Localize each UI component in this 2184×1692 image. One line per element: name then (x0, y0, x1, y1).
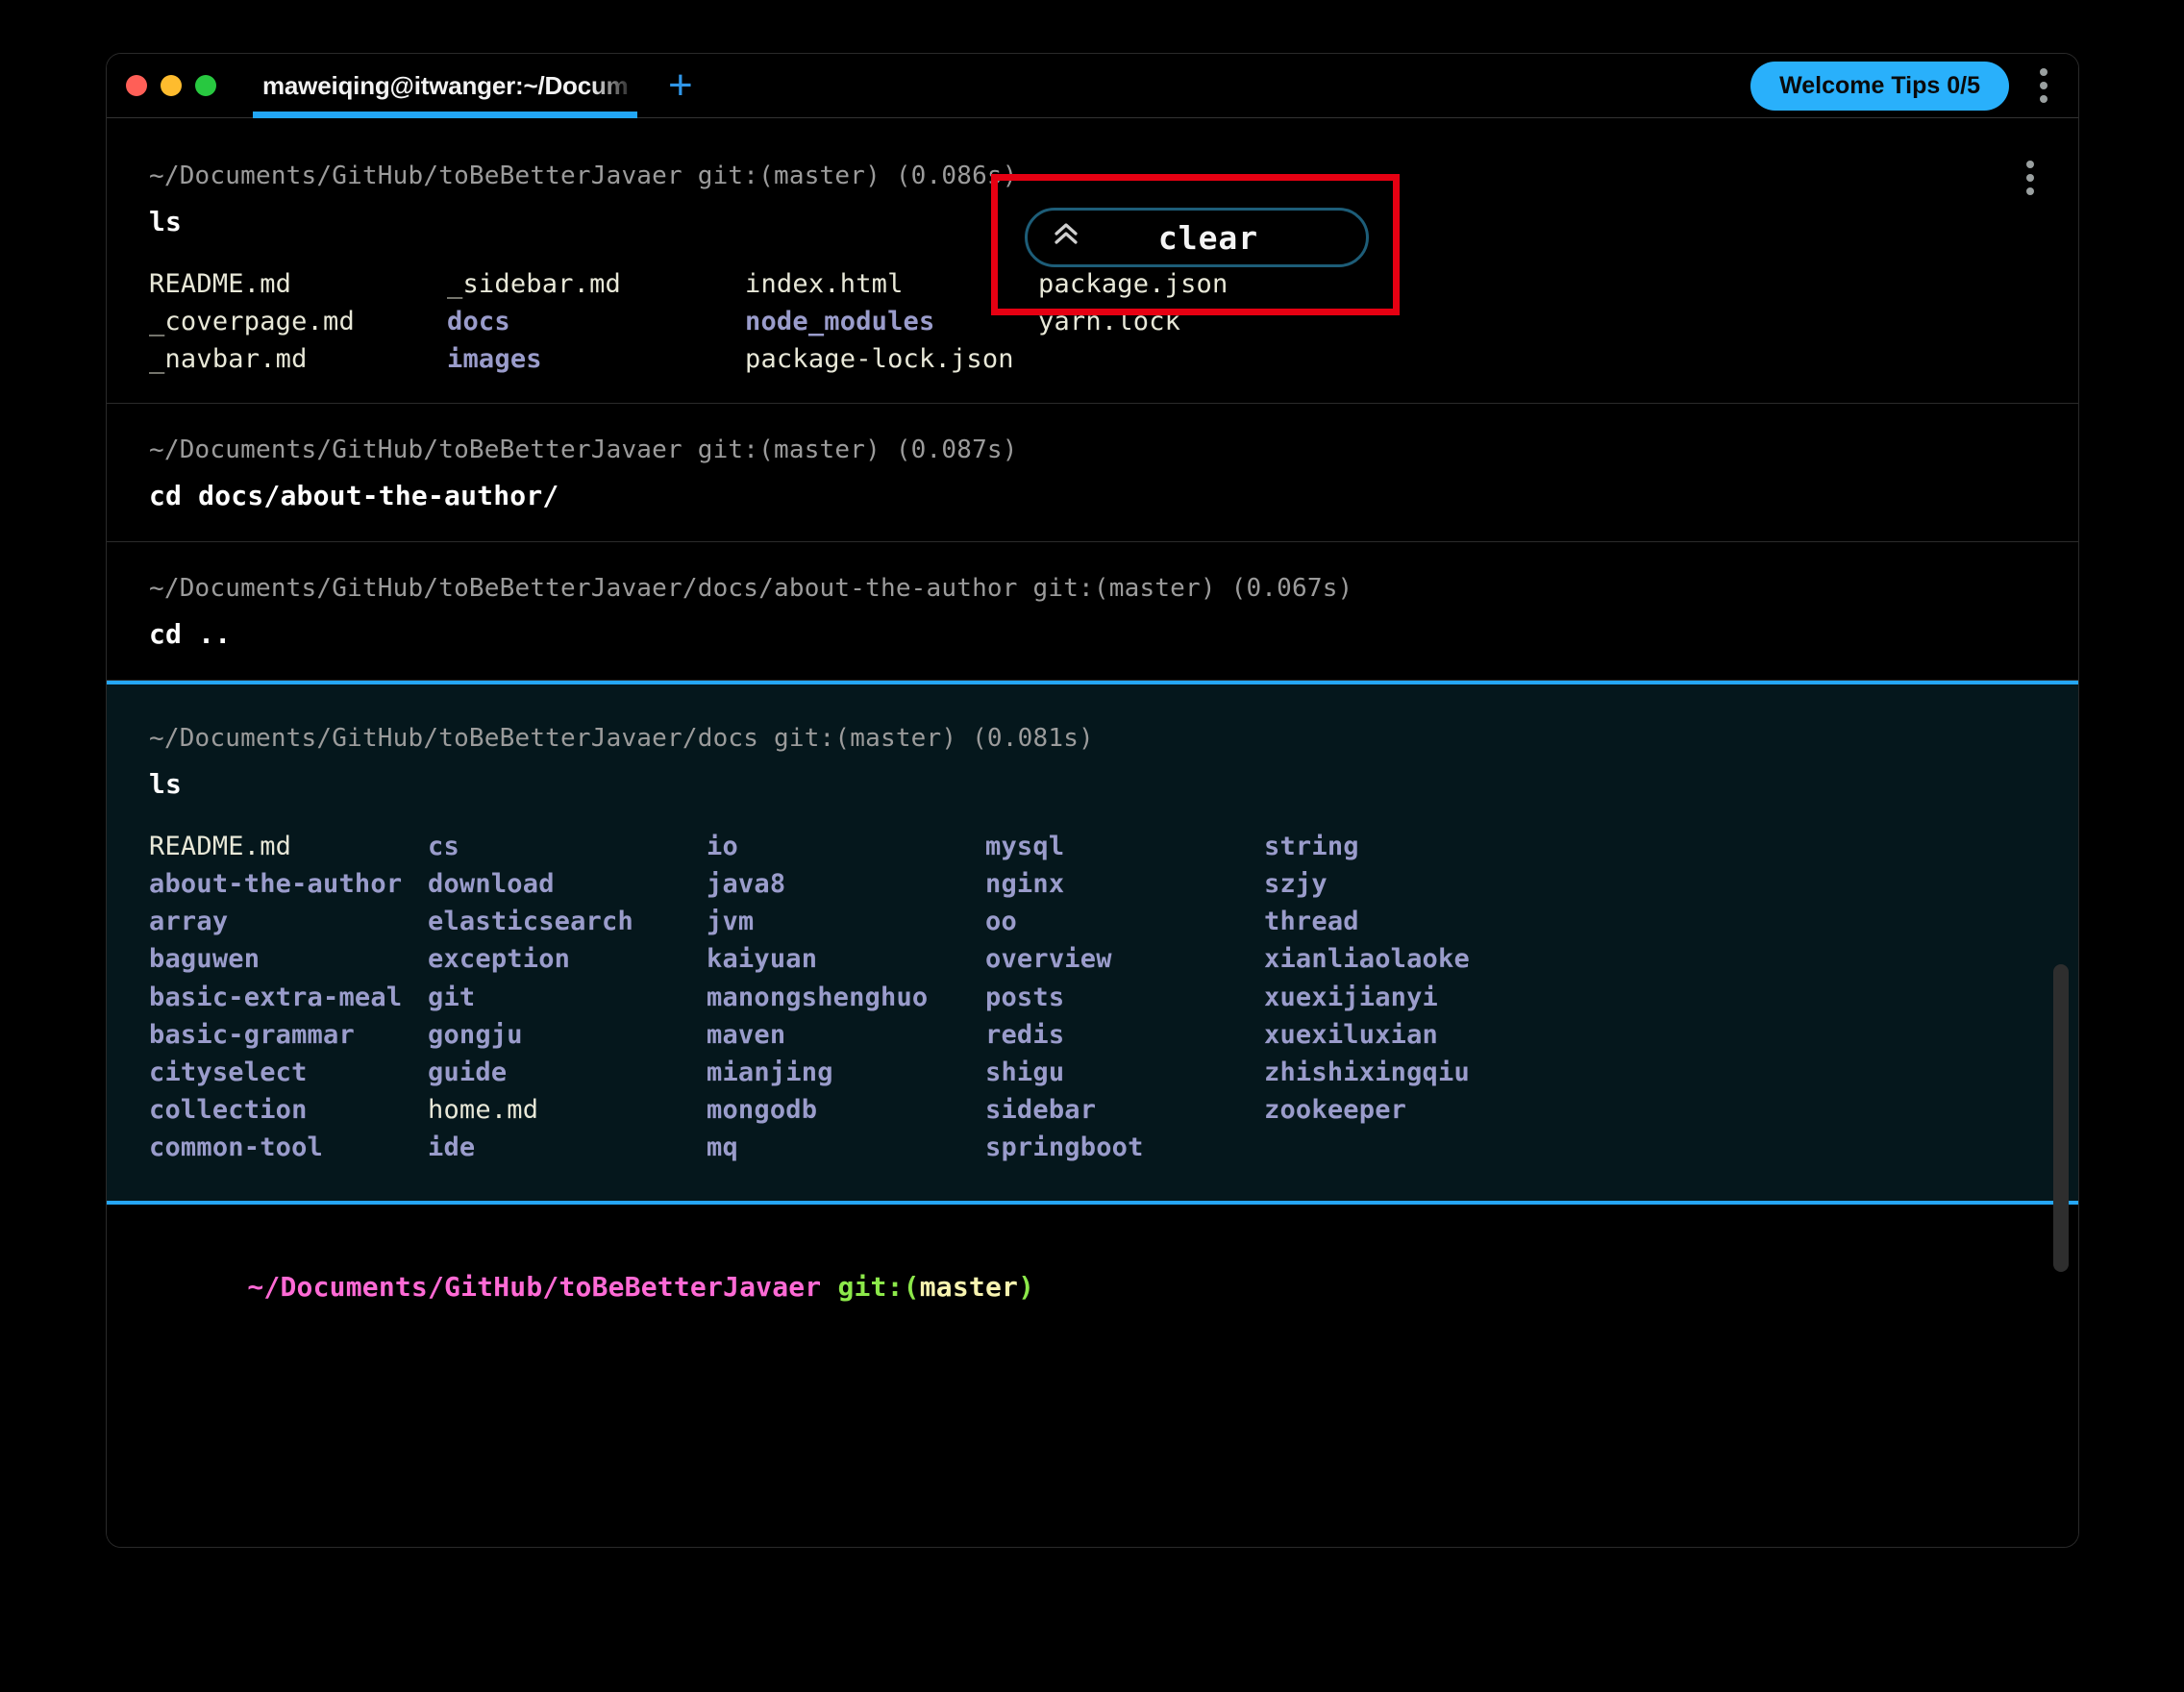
ls-output-grid: README.md _sidebar.md index.html package.js… (149, 265, 2036, 378)
ls-entry: jvm (707, 907, 755, 937)
ls-entry: README.md (149, 832, 292, 862)
ls-entry: io (707, 832, 738, 862)
block-prompt: ~/Documents/GitHub/toBeBetterJavaer/docs… (149, 574, 1353, 604)
prompt-path: ~/Documents/GitHub/toBeBetterJavaer (247, 1271, 838, 1304)
ls-entry (1038, 340, 2036, 378)
prompt-git-close: ) (1018, 1271, 1035, 1304)
block-more-options-icon[interactable] (2026, 161, 2034, 195)
ls-entry: zookeeper (1264, 1095, 1407, 1126)
ls-entry: xuexijianyi (1264, 982, 1439, 1012)
ls-entry: mongodb (707, 1095, 818, 1126)
clear-command-button[interactable]: clear (1025, 208, 1369, 267)
command-block[interactable]: ~/Documents/GitHub/toBeBetterJavaer/docs… (107, 542, 2078, 682)
ls-entry: java8 (707, 869, 786, 900)
block-prompt: ~/Documents/GitHub/toBeBetterJavaer/docs… (149, 724, 1094, 754)
ls-entry: elasticsearch (428, 907, 633, 937)
ls-entry: _coverpage.md (149, 307, 355, 337)
ls-entry: node_modules (745, 307, 935, 337)
chevron-double-up-icon (1053, 220, 1080, 255)
ls-entry: manongshenghuo (707, 982, 929, 1012)
ls-entry: baguwen (149, 944, 261, 975)
ls-entry: guide (428, 1057, 508, 1087)
ls-entry: xianliaolaoke (1264, 944, 1470, 975)
command-block-list: ~/Documents/GitHub/toBeBetterJavaer git:… (107, 118, 2078, 1206)
ls-entry: mysql (985, 832, 1065, 862)
ls-entry: basic-extra-meal (149, 982, 403, 1012)
titlebar-right-group: Welcome Tips 0/5 (1750, 61, 2078, 111)
prompt-git-open: git:( (837, 1271, 920, 1304)
command-block-inner: ~/Documents/GitHub/toBeBetterJavaer/docs… (107, 571, 2078, 655)
command-block[interactable]: ~/Documents/GitHub/toBeBetterJavaer git:… (107, 404, 2078, 543)
ls-entry: images (447, 344, 542, 375)
ls-entry: ide (428, 1132, 476, 1163)
ls-entry: exception (428, 944, 571, 975)
ls-entry: download (428, 869, 555, 900)
command-block[interactable]: ~/Documents/GitHub/toBeBetterJavaer/docs… (107, 681, 2078, 1206)
ls-entry (1264, 1129, 2038, 1166)
terminal-tab-active[interactable]: maweiqing@itwanger:~/Docum (253, 54, 637, 118)
command-block-inner: ~/Documents/GitHub/toBeBetterJavaer/docs… (107, 721, 2078, 1166)
ls-entry: package.json (1038, 268, 1228, 299)
ls-entry: overview (985, 944, 1112, 975)
ls-entry: kaiyuan (707, 944, 818, 975)
clear-button-label: clear (1157, 218, 1259, 257)
ls-entry: mianjing (707, 1057, 833, 1087)
block-prompt: ~/Documents/GitHub/toBeBetterJavaer git:… (149, 162, 1018, 190)
prompt-git-branch: master (919, 1271, 1019, 1304)
ls-entry: nginx (985, 869, 1065, 900)
scrollbar-thumb[interactable] (2053, 964, 2069, 1272)
block-prompt: ~/Documents/GitHub/toBeBetterJavaer git:… (149, 435, 1018, 465)
ls-entry: package-lock.json (745, 344, 1014, 375)
ls-entry: cityselect (149, 1057, 308, 1087)
ls-entry: mq (707, 1132, 738, 1163)
ls-entry: maven (707, 1019, 786, 1050)
ls-entry: _navbar.md (149, 344, 308, 375)
ls-entry: oo (985, 907, 1017, 937)
ls-entry: array (149, 907, 229, 937)
ls-entry: sidebar (985, 1095, 1097, 1126)
ls-entry: _sidebar.md (447, 268, 622, 299)
block-command: cd docs/about-the-author/ (149, 480, 559, 512)
ls-entry: cs (428, 832, 459, 862)
active-prompt-line: ~/Documents/GitHub/toBeBetterJavaer git:… (107, 1205, 2078, 1334)
terminal-window: maweiqing@itwanger:~/Docum + Welcome Tip… (106, 53, 2079, 1548)
minimize-window-button[interactable] (161, 75, 182, 96)
ls-entry: zhishixingqiu (1264, 1057, 1470, 1087)
traffic-light-controls (107, 75, 216, 96)
block-command: cd .. (149, 618, 232, 651)
ls-entry: posts (985, 982, 1065, 1012)
ls-output-grid: README.md cs io mysql string about-the-author… (149, 828, 2038, 1166)
ls-entry: thread (1264, 907, 1359, 937)
ls-entry: szjy (1264, 869, 1328, 900)
ls-entry: git (428, 982, 476, 1012)
command-block-inner: ~/Documents/GitHub/toBeBetterJavaer git:… (107, 159, 2078, 378)
terminal-content: ~/Documents/GitHub/toBeBetterJavaer git:… (107, 118, 2078, 1547)
ls-entry: about-the-author (149, 869, 403, 900)
ls-entry: shigu (985, 1057, 1065, 1087)
ls-entry: springboot (985, 1132, 1144, 1163)
ls-entry: redis (985, 1019, 1065, 1050)
command-block-inner: ~/Documents/GitHub/toBeBetterJavaer git:… (107, 433, 2078, 516)
terminal-scrollbar[interactable] (2051, 118, 2072, 1547)
ls-entry: index.html (745, 268, 904, 299)
ls-entry: string (1264, 832, 1359, 862)
block-command: ls (149, 768, 183, 801)
ls-entry: yarn.lock (1038, 307, 1181, 337)
ls-entry: collection (149, 1095, 308, 1126)
ls-entry: basic-grammar (149, 1019, 355, 1050)
welcome-tips-badge[interactable]: Welcome Tips 0/5 (1750, 61, 2009, 111)
maximize-window-button[interactable] (195, 75, 216, 96)
ls-entry: home.md (428, 1095, 539, 1126)
ls-entry: docs (447, 307, 510, 337)
new-tab-button[interactable]: + (668, 64, 693, 107)
close-window-button[interactable] (126, 75, 147, 96)
ls-entry: README.md (149, 268, 292, 299)
ls-entry: xuexiluxian (1264, 1019, 1439, 1050)
window-titlebar: maweiqing@itwanger:~/Docum + Welcome Tip… (107, 54, 2078, 118)
window-more-options-icon[interactable] (2030, 61, 2057, 111)
tab-title: maweiqing@itwanger:~/Docum (262, 70, 629, 100)
ls-entry: common-tool (149, 1132, 324, 1163)
ls-entry: gongju (428, 1019, 523, 1050)
tab-active-underline (253, 111, 637, 118)
